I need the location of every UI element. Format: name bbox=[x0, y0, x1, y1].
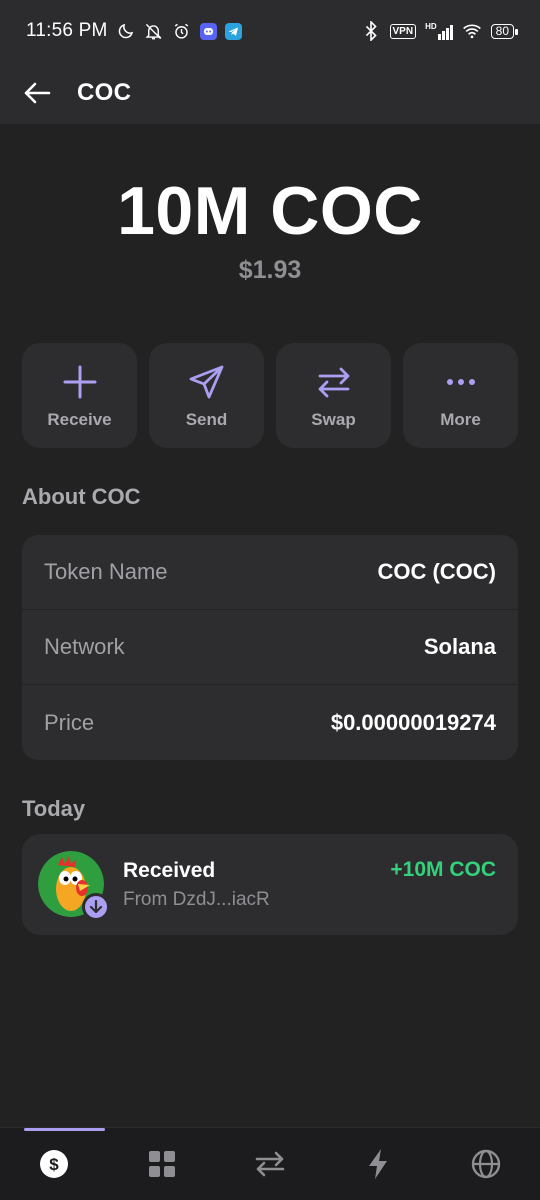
about-value: $0.00000019274 bbox=[330, 709, 496, 735]
nav-collectibles[interactable] bbox=[108, 1128, 216, 1200]
send-button[interactable]: Send bbox=[149, 343, 264, 448]
status-bar: 11:56 PM VPN HD 80 bbox=[0, 0, 540, 62]
nav-wallet[interactable]: $ bbox=[0, 1128, 108, 1200]
grid-icon bbox=[149, 1151, 175, 1177]
receive-button[interactable]: Receive bbox=[22, 343, 137, 448]
nav-activity[interactable] bbox=[324, 1128, 432, 1200]
globe-icon bbox=[471, 1149, 501, 1179]
swap-arrows-icon bbox=[255, 1151, 285, 1177]
about-value: COC (COC) bbox=[377, 559, 496, 584]
about-value: Solana bbox=[423, 634, 496, 659]
arrow-down-icon bbox=[82, 892, 110, 921]
vpn-badge: VPN bbox=[389, 23, 417, 39]
lightning-icon bbox=[369, 1149, 387, 1179]
bell-off-icon bbox=[144, 21, 164, 41]
activity-subtitle: From DzdJ...iacR bbox=[123, 888, 270, 910]
receive-label: Receive bbox=[47, 409, 112, 429]
moon-icon bbox=[116, 21, 136, 41]
hd-label: HD bbox=[425, 22, 437, 31]
arrow-left-icon bbox=[24, 82, 51, 104]
about-row-network: Network Solana bbox=[22, 610, 518, 685]
about-key: Network bbox=[44, 634, 125, 659]
more-button[interactable]: More bbox=[403, 343, 518, 448]
app-header: COC bbox=[0, 62, 540, 124]
about-row-token-name: Token Name COC (COC) bbox=[22, 535, 518, 610]
token-balance: 10M COC bbox=[117, 173, 423, 249]
screen: 11:56 PM VPN HD 80 COC 10M COC $1.93 Rec… bbox=[0, 0, 540, 1200]
token-avatar bbox=[38, 850, 110, 921]
nav-browser[interactable] bbox=[432, 1128, 540, 1200]
more-icon bbox=[441, 362, 481, 402]
activity-text: Received From DzdJ...iacR bbox=[123, 859, 270, 911]
about-key: Price bbox=[44, 709, 95, 735]
swap-label: Swap bbox=[311, 409, 356, 429]
about-key: Token Name bbox=[44, 559, 168, 584]
discord-icon bbox=[199, 22, 217, 40]
activity-amount: +10M COC bbox=[390, 858, 496, 881]
activity-title: Received bbox=[123, 858, 216, 882]
send-icon bbox=[187, 362, 227, 402]
activity-item[interactable]: Received From DzdJ...iacR +10M COC bbox=[22, 834, 518, 935]
swap-button[interactable]: Swap bbox=[276, 343, 391, 448]
about-title: About COC bbox=[22, 484, 141, 509]
svg-text:$: $ bbox=[49, 1155, 59, 1174]
usd-balance: $1.93 bbox=[238, 256, 302, 284]
bluetooth-icon bbox=[361, 21, 381, 41]
balance-section: 10M COC $1.93 bbox=[0, 172, 540, 285]
alarm-icon bbox=[172, 21, 192, 41]
nav-swap[interactable] bbox=[216, 1128, 324, 1200]
activity-section-title: Today bbox=[22, 796, 86, 821]
send-label: Send bbox=[185, 409, 228, 429]
action-buttons: Receive Send Swap More bbox=[22, 343, 518, 448]
more-label: More bbox=[440, 409, 481, 429]
about-card: Token Name COC (COC) Network Solana Pric… bbox=[22, 535, 518, 760]
signal-icon: HD bbox=[425, 22, 453, 40]
swap-icon bbox=[314, 362, 354, 402]
wifi-icon bbox=[462, 21, 482, 41]
back-button[interactable] bbox=[22, 78, 52, 108]
plus-icon bbox=[60, 362, 100, 402]
dollar-icon: $ bbox=[40, 1150, 68, 1178]
battery-indicator: 80 bbox=[490, 23, 519, 39]
about-row-price: Price $0.00000019274 bbox=[22, 685, 518, 760]
telegram-icon bbox=[224, 22, 242, 40]
status-time: 11:56 PM bbox=[26, 20, 108, 41]
bottom-nav: $ bbox=[0, 1127, 540, 1200]
page-title: COC bbox=[77, 79, 132, 106]
